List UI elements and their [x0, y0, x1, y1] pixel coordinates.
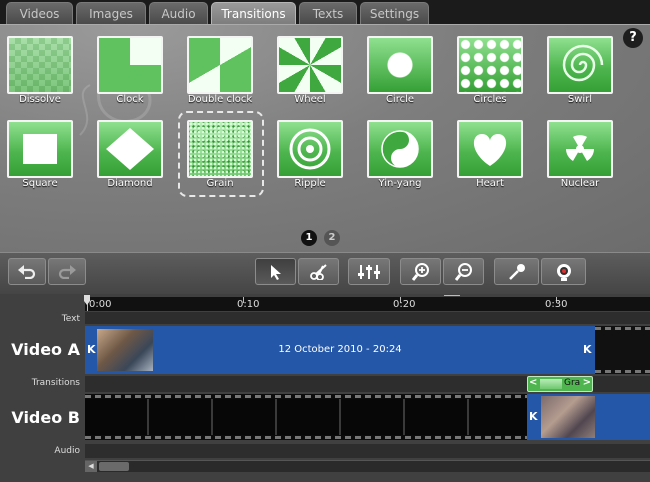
transition-dissolve[interactable]: Dissolve	[4, 33, 76, 111]
transition-clock[interactable]: Clock	[94, 33, 166, 111]
zoom-in-icon	[411, 262, 429, 281]
tab-settings[interactable]: Settings	[360, 2, 429, 24]
transition-wheel[interactable]: Wheel	[274, 33, 346, 111]
track-label-text: Text	[61, 314, 80, 324]
tab-audio[interactable]: Audio	[149, 2, 208, 24]
ripple-icon	[277, 120, 343, 178]
clip-a-label: 12 October 2010 - 20:24	[278, 344, 402, 355]
mixer-button[interactable]	[348, 258, 390, 285]
dissolve-icon	[7, 36, 73, 94]
zoom-out-icon	[454, 262, 472, 281]
redo-button[interactable]	[48, 258, 86, 285]
transition-heart[interactable]: Heart	[454, 117, 526, 195]
track-label-audio: Audio	[54, 446, 80, 456]
transition-grain[interactable]: Grain	[178, 111, 264, 197]
redo-icon	[58, 264, 76, 279]
video-b-film-gap[interactable]	[85, 394, 527, 440]
scroll-thumb[interactable]	[99, 462, 129, 471]
transitions-library: ? Dissolve Clock Double clock Wheel Circ…	[0, 24, 650, 252]
tab-videos[interactable]: Videos	[6, 2, 73, 24]
diamond-icon	[97, 120, 163, 178]
clock-icon	[97, 36, 163, 94]
transition-square[interactable]: Square	[4, 117, 76, 195]
cut-tool-button[interactable]	[298, 258, 339, 285]
transition-circle[interactable]: Circle	[364, 33, 436, 111]
transition-double-clock[interactable]: Double clock	[184, 33, 256, 111]
transition-ripple[interactable]: Ripple	[274, 117, 346, 195]
tab-transitions[interactable]: Transitions	[211, 2, 296, 24]
track-label-video-a: Video A	[11, 340, 80, 359]
double-clock-icon	[187, 36, 253, 94]
zoom-in-button[interactable]	[400, 258, 441, 285]
chevron-right-icon: >	[582, 377, 591, 388]
square-icon	[7, 120, 73, 178]
undo-icon	[18, 264, 36, 279]
video-a-clip[interactable]: K K 12 October 2010 - 20:24	[85, 326, 595, 374]
nuclear-icon	[547, 120, 613, 178]
transition-nuclear[interactable]: Nuclear	[544, 117, 616, 195]
heart-icon	[457, 120, 523, 178]
editing-toolbar	[0, 252, 650, 294]
timeline-scrollbar[interactable]: ◀	[85, 460, 650, 472]
track-label-transitions: Transitions	[31, 378, 80, 388]
text-track[interactable]	[85, 312, 650, 324]
ruler-label: 0:20	[393, 299, 416, 310]
transition-circles[interactable]: Circles	[454, 33, 526, 111]
select-pointer-icon	[270, 264, 281, 280]
cut-scissors-icon	[309, 263, 327, 280]
tab-bar: Videos Images Audio Transitions Texts Se…	[0, 0, 650, 24]
transition-swirl[interactable]: Swirl	[544, 33, 616, 111]
transition-diamond[interactable]: Diamond	[94, 117, 166, 195]
page-1-button[interactable]: 1	[301, 230, 317, 246]
ruler-label: 0:30	[545, 299, 568, 310]
select-tool-button[interactable]	[255, 258, 296, 285]
ruler-label: 0:10	[237, 299, 260, 310]
audio-track[interactable]	[85, 444, 650, 458]
wheel-icon	[277, 36, 343, 94]
webcam-button[interactable]	[541, 258, 586, 285]
chevron-left-icon: <	[529, 377, 538, 388]
video-b-clip[interactable]: K	[527, 394, 650, 440]
scroll-left-button[interactable]: ◀	[85, 461, 97, 472]
webcam-icon	[556, 263, 571, 281]
help-button[interactable]: ?	[623, 28, 643, 48]
transition-clip[interactable]: < Gra >	[527, 376, 593, 392]
tab-texts[interactable]: Texts	[299, 2, 357, 24]
undo-button[interactable]	[8, 258, 46, 285]
time-ruler[interactable]: 0:00 0:10 0:20 0:30	[85, 297, 650, 311]
microphone-icon	[508, 263, 525, 280]
page-2-button[interactable]: 2	[324, 230, 340, 246]
circle-icon	[367, 36, 433, 94]
swirl-icon	[547, 36, 613, 94]
grain-icon	[187, 120, 253, 178]
tab-images[interactable]: Images	[76, 2, 146, 24]
clip-b-thumbnail	[541, 396, 595, 438]
track-label-video-b: Video B	[11, 408, 80, 427]
mixer-sliders-icon	[358, 264, 380, 279]
zoom-out-button[interactable]	[443, 258, 484, 285]
circles-icon	[457, 36, 523, 94]
grain-thumb	[540, 379, 562, 389]
clip-b-start-marker[interactable]: K	[529, 410, 538, 423]
ruler-label: 0:00	[89, 299, 112, 310]
yin-yang-icon	[367, 120, 433, 178]
transition-yin-yang[interactable]: Yin-yang	[364, 117, 436, 195]
record-audio-button[interactable]	[494, 258, 539, 285]
timeline: 0:00 0:10 0:20 0:30 Text Video A K K 12 …	[0, 294, 650, 482]
